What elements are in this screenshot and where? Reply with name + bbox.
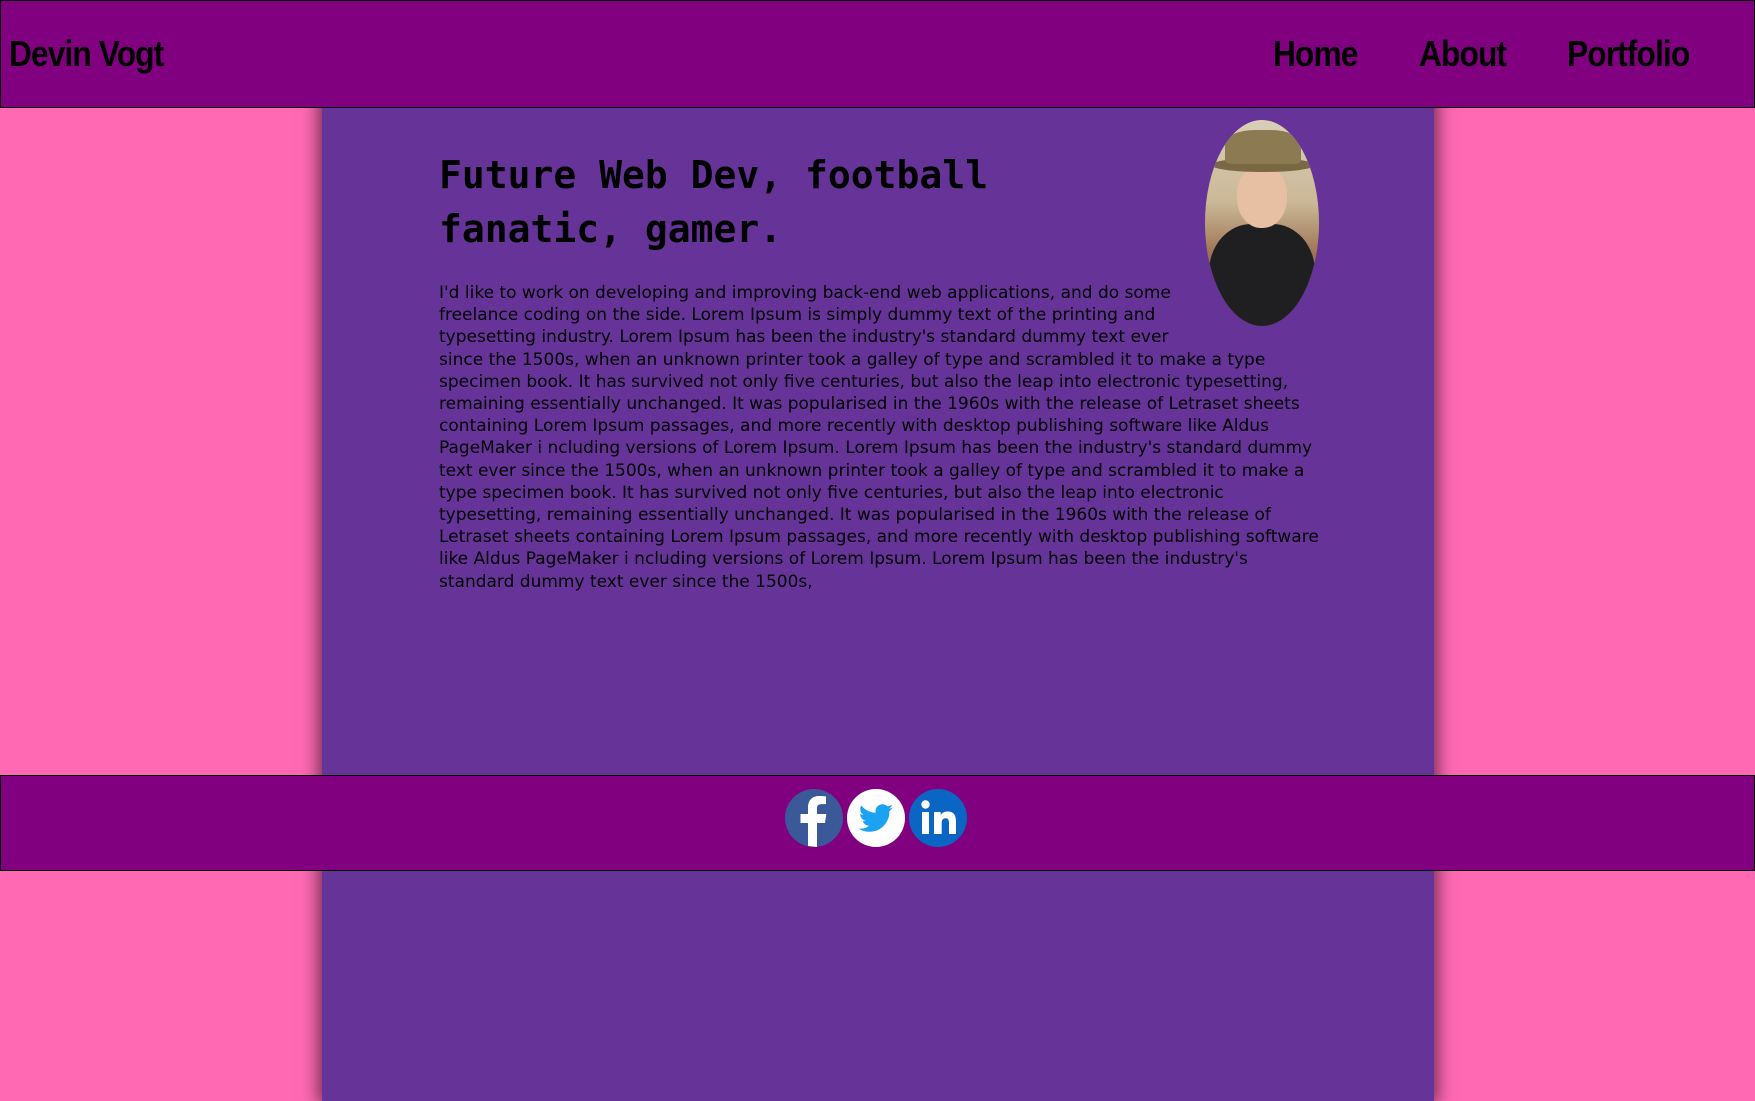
site-header: Devin Vogt Home About Portfolio — [0, 0, 1755, 108]
twitter-icon — [847, 789, 905, 847]
page-headline: Future Web Dev, football fanatic, gamer. — [439, 153, 989, 251]
site-footer — [0, 775, 1755, 871]
main-nav: Home About Portfolio — [1261, 31, 1721, 77]
main-content: Future Web Dev, football fanatic, gamer.… — [439, 120, 1319, 593]
twitter-link[interactable] — [847, 789, 905, 847]
nav-portfolio-link[interactable]: Portfolio — [1567, 31, 1690, 77]
bio-section: I'd like to work on developing and impro… — [439, 120, 1319, 593]
social-links — [785, 789, 967, 847]
nav-home-link[interactable]: Home — [1273, 31, 1358, 77]
site-brand: Devin Vogt — [9, 33, 164, 74]
facebook-link[interactable] — [785, 789, 843, 847]
nav-about-link[interactable]: About — [1419, 31, 1507, 77]
facebook-icon — [785, 789, 843, 847]
linkedin-link[interactable] — [909, 789, 967, 847]
linkedin-icon — [909, 789, 967, 847]
bio-text: I'd like to work on developing and impro… — [439, 283, 1319, 592]
profile-photo — [1205, 120, 1319, 326]
